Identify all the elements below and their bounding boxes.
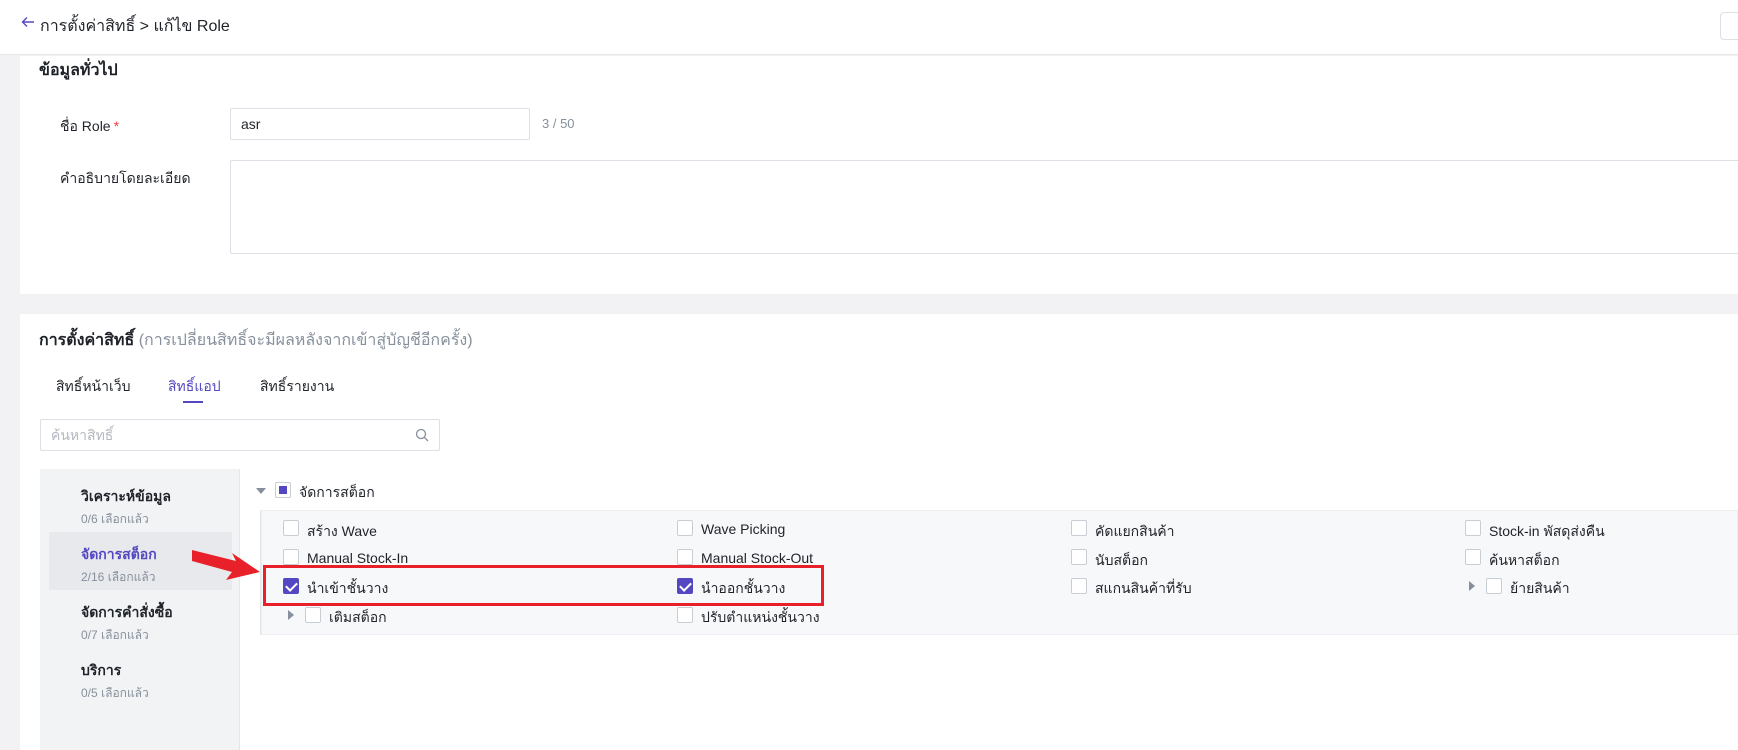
item-label: คัดแยกสินค้า xyxy=(1095,523,1175,539)
category-name: จัดการสต็อก xyxy=(81,546,157,562)
role-name-label-text: ชื่อ Role xyxy=(60,118,111,134)
expand-arrow-icon[interactable] xyxy=(288,610,294,620)
role-name-counter: 3 / 50 xyxy=(542,116,575,131)
description-label: คำอธิบายโดยละเอียด xyxy=(60,170,191,186)
permission-subtitle: (การเปลี่ยนสิทธิ์จะมีผลหลังจากเข้าสู่บัญ… xyxy=(138,332,473,349)
red-arrow-icon xyxy=(192,550,260,580)
group-label: จัดการสต็อก xyxy=(299,484,375,500)
item-label: Manual Stock-Out xyxy=(701,550,814,566)
item-label: เติมสต็อก xyxy=(329,609,387,625)
item-label: สแกนสินค้าที่รับ xyxy=(1095,580,1192,596)
item-label: Wave Picking xyxy=(701,521,786,537)
category-panel: วิเคราะห์ข้อมูล 0/6 เลือกแล้ว จัดการสต็อ… xyxy=(40,469,240,750)
breadcrumb: การตั้งค่าสิทธิ์ > แก้ไข Role xyxy=(40,18,230,35)
checkbox-adjust-shelf-position[interactable] xyxy=(677,607,693,623)
role-name-label: ชื่อ Role * xyxy=(60,116,119,138)
category-name: วิเคราะห์ข้อมูล xyxy=(81,488,171,504)
checkbox-stock-count[interactable] xyxy=(1071,549,1087,565)
tab-app-permissions[interactable]: สิทธิ์แอป xyxy=(168,376,221,398)
permission-search-box[interactable] xyxy=(40,419,440,451)
group-checkbox-stock-management[interactable] xyxy=(275,482,291,498)
checkbox-move-products[interactable] xyxy=(1486,578,1502,594)
permission-title-text: การตั้งค่าสิทธิ์ xyxy=(39,332,135,349)
tab-web-permissions[interactable]: สิทธิ์หน้าเว็บ xyxy=(56,376,131,398)
checkbox-search-stock[interactable] xyxy=(1465,549,1481,565)
item-label: ย้ายสินค้า xyxy=(1510,580,1570,596)
general-info-title: ข้อมูลทั่วไป xyxy=(39,62,118,79)
top-bar: การตั้งค่าสิทธิ์ > แก้ไข Role xyxy=(0,0,1738,55)
search-icon[interactable] xyxy=(415,428,429,442)
tab-report-permissions[interactable]: สิทธิ์รายงาน xyxy=(260,376,334,398)
role-name-input[interactable] xyxy=(230,108,530,140)
description-textarea[interactable] xyxy=(230,160,1738,254)
active-tab-indicator xyxy=(183,401,203,403)
category-name: จัดการคำสั่งซื้อ xyxy=(81,604,173,620)
required-mark: * xyxy=(113,118,120,134)
checkbox-sort-products[interactable] xyxy=(1071,520,1087,536)
checkbox-wave-picking[interactable] xyxy=(677,520,693,536)
checkbox-scan-received[interactable] xyxy=(1071,578,1087,594)
back-arrow-icon[interactable] xyxy=(20,14,36,30)
checkbox-manual-stock-in[interactable] xyxy=(283,549,299,565)
item-label: ปรับตำแหน่งชั้นวาง xyxy=(701,609,820,625)
checkbox-stock-in-returns[interactable] xyxy=(1465,520,1481,536)
item-label: นับสต็อก xyxy=(1095,552,1148,568)
permission-search-input[interactable] xyxy=(51,420,401,450)
category-item-data-analysis[interactable]: วิเคราะห์ข้อมูล 0/6 เลือกแล้ว xyxy=(49,474,232,532)
checkbox-replenish-stock[interactable] xyxy=(305,607,321,623)
item-label: สร้าง Wave xyxy=(307,523,377,539)
item-label: Stock-in พัสดุส่งคืน xyxy=(1489,523,1605,539)
category-item-order-management[interactable]: จัดการคำสั่งซื้อ 0/7 เลือกแล้ว xyxy=(49,590,232,648)
expand-arrow-icon[interactable] xyxy=(1469,581,1475,591)
category-count: 2/16 เลือกแล้ว xyxy=(81,570,156,584)
checkbox-create-wave[interactable] xyxy=(283,520,299,536)
category-count: 0/5 เลือกแล้ว xyxy=(81,686,149,700)
category-count: 0/6 เลือกแล้ว xyxy=(81,512,149,526)
item-label: ค้นหาสต็อก xyxy=(1489,552,1560,568)
permission-settings-title: การตั้งค่าสิทธิ์ (การเปลี่ยนสิทธิ์จะมีผล… xyxy=(39,328,473,353)
highlight-box xyxy=(263,565,824,606)
category-count: 0/7 เลือกแล้ว xyxy=(81,628,149,642)
checkbox-manual-stock-out[interactable] xyxy=(677,549,693,565)
item-label: Manual Stock-In xyxy=(307,550,409,566)
collapse-arrow-icon[interactable] xyxy=(256,488,266,494)
category-name: บริการ xyxy=(81,662,122,678)
topbar-action-button[interactable] xyxy=(1720,12,1738,40)
category-item-services[interactable]: บริการ 0/5 เลือกแล้ว xyxy=(49,648,232,706)
